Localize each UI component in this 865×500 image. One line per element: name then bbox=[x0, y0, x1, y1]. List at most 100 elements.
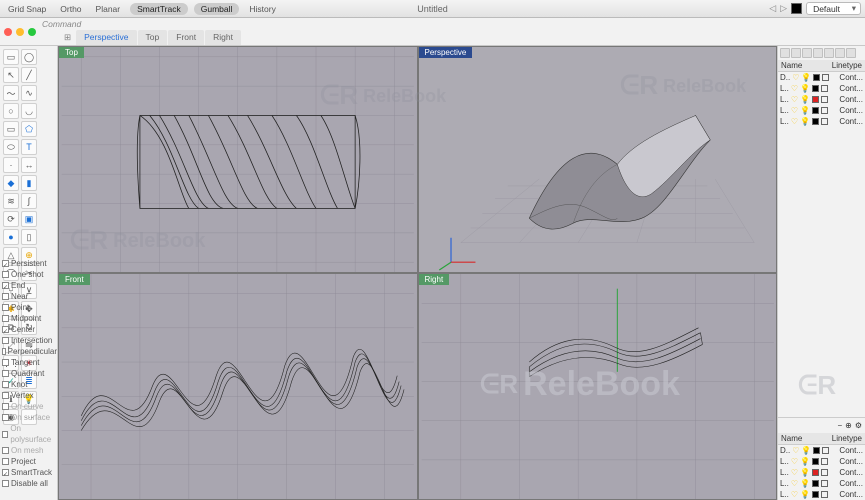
osnap-near[interactable]: Near bbox=[2, 291, 57, 302]
osnap-point[interactable]: Point bbox=[2, 302, 57, 313]
tab-front[interactable]: Front bbox=[168, 30, 204, 45]
viewport-label-right[interactable]: Right bbox=[419, 274, 450, 285]
layer-row[interactable]: D..♡💡Cont... bbox=[778, 72, 865, 83]
tab-right[interactable]: Right bbox=[205, 30, 241, 45]
nav-prev-icon[interactable]: ◁ bbox=[769, 3, 776, 14]
toggle-gumball[interactable]: Gumball bbox=[194, 3, 240, 15]
toggle-smarttrack[interactable]: SmartTrack bbox=[130, 3, 188, 15]
top-snap-bar: Grid Snap Ortho Planar SmartTrack Gumbal… bbox=[0, 0, 865, 18]
osnap-perpendicular[interactable]: Perpendicular bbox=[2, 346, 57, 357]
panel-tab-icon[interactable] bbox=[802, 48, 812, 58]
tool-circle[interactable]: ○ bbox=[3, 103, 19, 119]
viewport-label-top[interactable]: Top bbox=[59, 47, 84, 58]
layer-row[interactable]: L..♡💡Cont... bbox=[778, 478, 865, 489]
window-controls[interactable] bbox=[4, 28, 36, 36]
tool-extrude[interactable]: ▮ bbox=[21, 175, 37, 191]
osnap-center[interactable]: Center bbox=[2, 324, 57, 335]
viewport-grid: Top Perspective bbox=[58, 46, 777, 500]
osnap-project[interactable]: Project bbox=[2, 456, 57, 467]
tool-polygon[interactable]: ⬠ bbox=[21, 121, 37, 137]
osnap-disable-all[interactable]: Disable all bbox=[2, 478, 57, 489]
layer-row[interactable]: D..♡💡Cont... bbox=[778, 445, 865, 456]
osnap-smarttrack[interactable]: SmartTrack bbox=[2, 467, 57, 478]
tool-dim[interactable]: ↔ bbox=[21, 157, 37, 173]
toggle-planar[interactable]: Planar bbox=[92, 3, 125, 15]
osnap-persistent[interactable]: Persistent bbox=[2, 258, 57, 269]
osnap-end[interactable]: End bbox=[2, 280, 57, 291]
panel-tab-icon[interactable] bbox=[813, 48, 823, 58]
tab-top[interactable]: Top bbox=[138, 30, 168, 45]
view-tabs: ⊞ Perspective Top Front Right bbox=[60, 30, 241, 45]
panel-tab-icon[interactable] bbox=[846, 48, 856, 58]
layers2-header: NameLinetype bbox=[778, 433, 865, 445]
tab-icon[interactable]: ⊞ bbox=[60, 30, 75, 45]
osnap-intersection[interactable]: Intersection bbox=[2, 335, 57, 346]
osnap-quadrant[interactable]: Quadrant bbox=[2, 368, 57, 379]
tool-revolve[interactable]: ⟳ bbox=[3, 211, 19, 227]
osnap-panel: PersistentOne shotEndNearPointMidpointCe… bbox=[2, 258, 57, 489]
osnap-knot[interactable]: Knot bbox=[2, 379, 57, 390]
viewport-top-canvas bbox=[59, 47, 417, 272]
tool-ellipse[interactable]: ⬭ bbox=[3, 139, 19, 155]
osnap-on-curve[interactable]: On curve bbox=[2, 401, 57, 412]
layer-row[interactable]: L..♡💡Cont... bbox=[778, 489, 865, 500]
command-strip: Command ⊞ Perspective Top Front Right bbox=[0, 18, 865, 46]
osnap-one-shot[interactable]: One shot bbox=[2, 269, 57, 280]
tool-pointer[interactable]: ↖ bbox=[3, 67, 19, 83]
osnap-vertex[interactable]: Vertex bbox=[2, 390, 57, 401]
tool-curve[interactable]: ∿ bbox=[21, 85, 37, 101]
tool-text[interactable]: T bbox=[21, 139, 37, 155]
viewport-label-perspective[interactable]: Perspective bbox=[419, 47, 473, 58]
panel-tab-icon[interactable] bbox=[835, 48, 845, 58]
osnap-on-polysurface[interactable]: On polysurface bbox=[2, 423, 57, 445]
viewport-right[interactable]: Right bbox=[419, 274, 777, 499]
viewport-front[interactable]: Front bbox=[59, 274, 417, 499]
osnap-midpoint[interactable]: Midpoint bbox=[2, 313, 57, 324]
window-title: Untitled bbox=[417, 4, 448, 14]
tool-surface[interactable]: ◆ bbox=[3, 175, 19, 191]
viewport-front-canvas bbox=[59, 274, 417, 499]
toggle-ortho[interactable]: Ortho bbox=[56, 3, 85, 15]
toggle-gridsnap[interactable]: Grid Snap bbox=[4, 3, 50, 15]
tool-lasso[interactable]: ◯ bbox=[21, 49, 37, 65]
layer-row[interactable]: L..♡💡Cont... bbox=[778, 456, 865, 467]
right-panel: NameLinetype D..♡💡Cont...L..♡💡Cont...L..… bbox=[777, 46, 865, 500]
layer-row[interactable]: L..♡💡Cont... bbox=[778, 105, 865, 116]
layers-header: NameLinetype bbox=[778, 60, 865, 72]
viewport-label-front[interactable]: Front bbox=[59, 274, 90, 285]
tool-loft[interactable]: ≋ bbox=[3, 193, 19, 209]
tab-perspective[interactable]: Perspective bbox=[76, 30, 136, 45]
minus-icon[interactable]: − bbox=[837, 421, 842, 430]
tool-select[interactable]: ▭ bbox=[3, 49, 19, 65]
tool-point[interactable]: · bbox=[3, 157, 19, 173]
viewport-right-canvas bbox=[419, 274, 777, 499]
viewport-perspective[interactable]: Perspective bbox=[419, 47, 777, 272]
panel-tab-icon[interactable] bbox=[780, 48, 790, 58]
layer-dropdown[interactable]: Default bbox=[806, 2, 861, 15]
tool-polyline[interactable]: 〜 bbox=[3, 85, 19, 101]
viewport-top[interactable]: Top bbox=[59, 47, 417, 272]
command-prompt[interactable]: Command bbox=[42, 19, 241, 29]
panel-tab-icon[interactable] bbox=[791, 48, 801, 58]
viewport-perspective-canvas bbox=[419, 47, 777, 272]
tool-rect[interactable]: ▭ bbox=[3, 121, 19, 137]
layer-row[interactable]: L..♡💡Cont... bbox=[778, 83, 865, 94]
plus-icon[interactable]: ⊕ bbox=[845, 421, 852, 430]
tool-arc[interactable]: ◡ bbox=[21, 103, 37, 119]
osnap-tangent[interactable]: Tangent bbox=[2, 357, 57, 368]
nav-next-icon[interactable]: ▷ bbox=[780, 3, 787, 14]
tool-box[interactable]: ▣ bbox=[21, 211, 37, 227]
toggle-history[interactable]: History bbox=[245, 3, 279, 15]
tool-sweep[interactable]: ∫ bbox=[21, 193, 37, 209]
layer-row[interactable]: L..♡💡Cont... bbox=[778, 116, 865, 127]
tool-line[interactable]: ╱ bbox=[21, 67, 37, 83]
gear-icon[interactable]: ⚙ bbox=[855, 421, 862, 430]
panel-tab-icon[interactable] bbox=[824, 48, 834, 58]
layer-row[interactable]: L..♡💡Cont... bbox=[778, 467, 865, 478]
layer-color-swatch[interactable] bbox=[791, 3, 802, 14]
tool-cylinder[interactable]: ▯ bbox=[21, 229, 37, 245]
osnap-on-surface[interactable]: On surface bbox=[2, 412, 57, 423]
osnap-on-mesh[interactable]: On mesh bbox=[2, 445, 57, 456]
tool-sphere[interactable]: ● bbox=[3, 229, 19, 245]
layer-row[interactable]: L..♡💡Cont... bbox=[778, 94, 865, 105]
